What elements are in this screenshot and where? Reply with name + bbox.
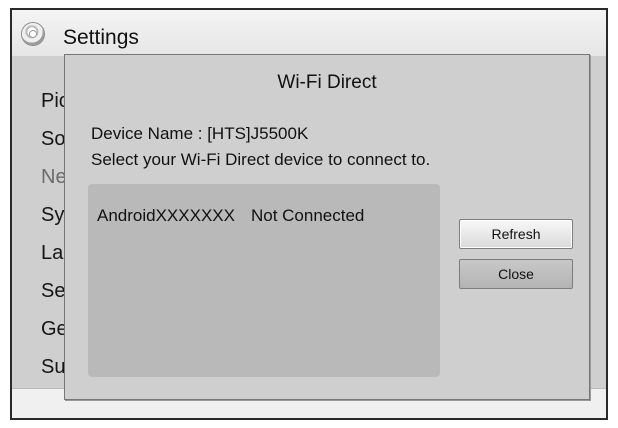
close-button[interactable]: Close	[459, 259, 573, 289]
settings-window: Settings Picture Sound Network Syste Lan…	[10, 8, 608, 420]
wifi-direct-dialog: Wi-Fi Direct Device Name : [HTS]J5500K S…	[64, 54, 590, 400]
gear-icon	[22, 23, 44, 45]
page-title: Settings	[63, 26, 139, 49]
settings-header: Settings	[12, 10, 606, 56]
instruction-text: Select your Wi-Fi Direct device to conne…	[91, 150, 431, 169]
list-item[interactable]: AndroidXXXXXXX Not Connected	[97, 206, 364, 226]
refresh-button[interactable]: Refresh	[459, 219, 573, 249]
device-list[interactable]: AndroidXXXXXXX Not Connected	[88, 184, 440, 377]
device-status: Not Connected	[250, 206, 365, 225]
device-name: AndroidXXXXXXX	[97, 206, 235, 225]
dialog-title: Wi-Fi Direct	[277, 72, 377, 93]
device-name-label: Device Name : [HTS]J5500K	[91, 124, 309, 143]
